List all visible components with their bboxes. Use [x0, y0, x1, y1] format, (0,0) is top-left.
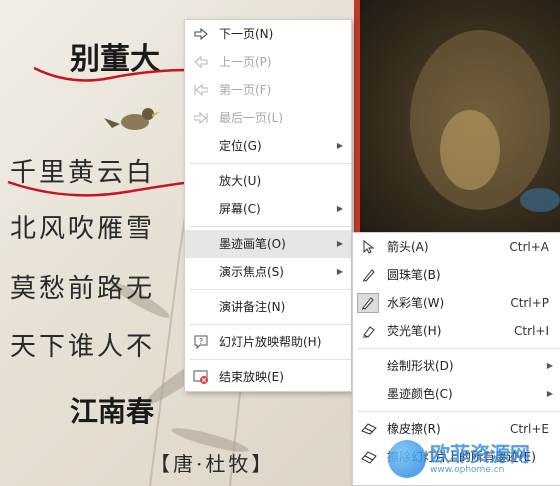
pen-arrow[interactable]: 箭头(A) Ctrl+A	[353, 233, 560, 261]
menu-label: 荧光笔(H)	[387, 324, 442, 338]
menu-screen[interactable]: 屏幕(C) ▶	[185, 195, 351, 223]
shortcut-label: Ctrl+A	[509, 240, 549, 254]
submenu-arrow-icon: ▶	[336, 239, 343, 248]
menu-separator	[357, 411, 560, 412]
watermark-url: www.ophome.cn	[430, 465, 505, 475]
menu-label: 演讲备注(N)	[219, 300, 286, 314]
poem-second-title: 江南春	[70, 395, 155, 428]
watermark-text: 欧菲资源网	[430, 442, 530, 466]
menu-separator	[189, 226, 351, 227]
pen-draw-shape[interactable]: 绘制形状(D) ▶	[353, 352, 560, 380]
menu-label: 绘制形状(D)	[387, 359, 454, 373]
menu-first-page[interactable]: 第一页(F)	[185, 76, 351, 104]
submenu-arrow-icon: ▶	[336, 141, 343, 150]
menu-speaker-notes[interactable]: 演讲备注(N)	[185, 293, 351, 321]
menu-ink-pen[interactable]: 墨迹画笔(O) ▶	[185, 230, 351, 258]
menu-presentation-focus[interactable]: 演示焦点(S) ▶	[185, 258, 351, 286]
menu-label: 橡皮擦(R)	[387, 422, 441, 436]
poem-line-4: 天下谁人不	[10, 332, 156, 362]
watercolor-pen-icon	[357, 293, 379, 313]
menu-label: 水彩笔(W)	[387, 296, 445, 310]
submenu-arrow-icon: ▶	[336, 267, 343, 276]
shortcut-label: Ctrl+P	[510, 296, 549, 310]
highlighter-icon	[361, 323, 377, 339]
menu-last-page[interactable]: 最后一页(L)	[185, 104, 351, 132]
menu-separator	[189, 163, 351, 164]
context-menu: 下一页(N) 上一页(P) 第一页(F) 最后一页(L) 定位(G) ▶ 放大(…	[184, 19, 352, 392]
menu-separator	[189, 359, 351, 360]
menu-locate[interactable]: 定位(G) ▶	[185, 132, 351, 160]
erase-all-icon	[361, 449, 377, 465]
menu-separator	[189, 289, 351, 290]
menu-label: 墨迹颜色(C)	[387, 387, 453, 401]
menu-label: 幻灯片放映帮助(H)	[219, 335, 322, 349]
menu-label: 定位(G)	[219, 139, 262, 153]
arrow-last-icon	[193, 110, 209, 126]
menu-label: 箭头(A)	[387, 240, 429, 254]
arrow-first-icon	[193, 82, 209, 98]
menu-label: 演示焦点(S)	[219, 265, 284, 279]
site-watermark: 欧菲资源网 www.ophome.cn	[388, 436, 556, 482]
pen-watercolor[interactable]: 水彩笔(W) Ctrl+P	[353, 289, 560, 317]
poem-line-2: 北风吹雁雪	[10, 214, 156, 244]
eraser-icon	[361, 421, 377, 437]
menu-label: 墨迹画笔(O)	[219, 237, 286, 251]
menu-label: 屏幕(C)	[219, 202, 261, 216]
poem-line-3: 莫愁前路无	[10, 274, 156, 304]
pen-ballpoint[interactable]: 圆珠笔(B)	[353, 261, 560, 289]
menu-label: 下一页(N)	[219, 27, 274, 41]
menu-label: 结束放映(E)	[219, 370, 284, 384]
arrow-right-icon	[193, 26, 209, 42]
submenu-arrow-icon: ▶	[546, 361, 553, 370]
submenu-arrow-icon: ▶	[546, 389, 553, 398]
photo-panel	[360, 0, 560, 232]
menu-label: 第一页(F)	[219, 83, 272, 97]
menu-separator	[189, 324, 351, 325]
menu-end-show[interactable]: 结束放映(E)	[185, 363, 351, 391]
cursor-arrow-icon	[361, 239, 377, 255]
bird-illustration	[104, 108, 160, 130]
pen-ink-color[interactable]: 墨迹颜色(C) ▶	[353, 380, 560, 408]
poem-author: 【唐·杜牧】	[150, 452, 275, 476]
menu-label: 圆珠笔(B)	[387, 268, 441, 282]
menu-label: 最后一页(L)	[219, 111, 284, 125]
ink-underline-title	[33, 66, 189, 82]
shortcut-label: Ctrl+I	[514, 324, 549, 338]
watermark-logo-icon	[388, 440, 426, 478]
menu-label: 放大(U)	[219, 174, 262, 188]
pen-highlighter[interactable]: 荧光笔(H) Ctrl+I	[353, 317, 560, 345]
ink-underline-line1	[7, 180, 195, 197]
submenu-arrow-icon: ▶	[336, 204, 343, 213]
menu-separator	[357, 348, 560, 349]
help-icon: ?	[193, 334, 209, 350]
menu-label: 上一页(P)	[219, 55, 272, 69]
menu-slideshow-help[interactable]: ? 幻灯片放映帮助(H)	[185, 328, 351, 356]
menu-zoom-in[interactable]: 放大(U)	[185, 167, 351, 195]
menu-prev-page[interactable]: 上一页(P)	[185, 48, 351, 76]
menu-next-page[interactable]: 下一页(N)	[185, 20, 351, 48]
svg-text:?: ?	[199, 337, 203, 346]
arrow-left-icon	[193, 54, 209, 70]
ballpoint-pen-icon	[361, 267, 377, 283]
end-show-icon	[193, 369, 209, 385]
